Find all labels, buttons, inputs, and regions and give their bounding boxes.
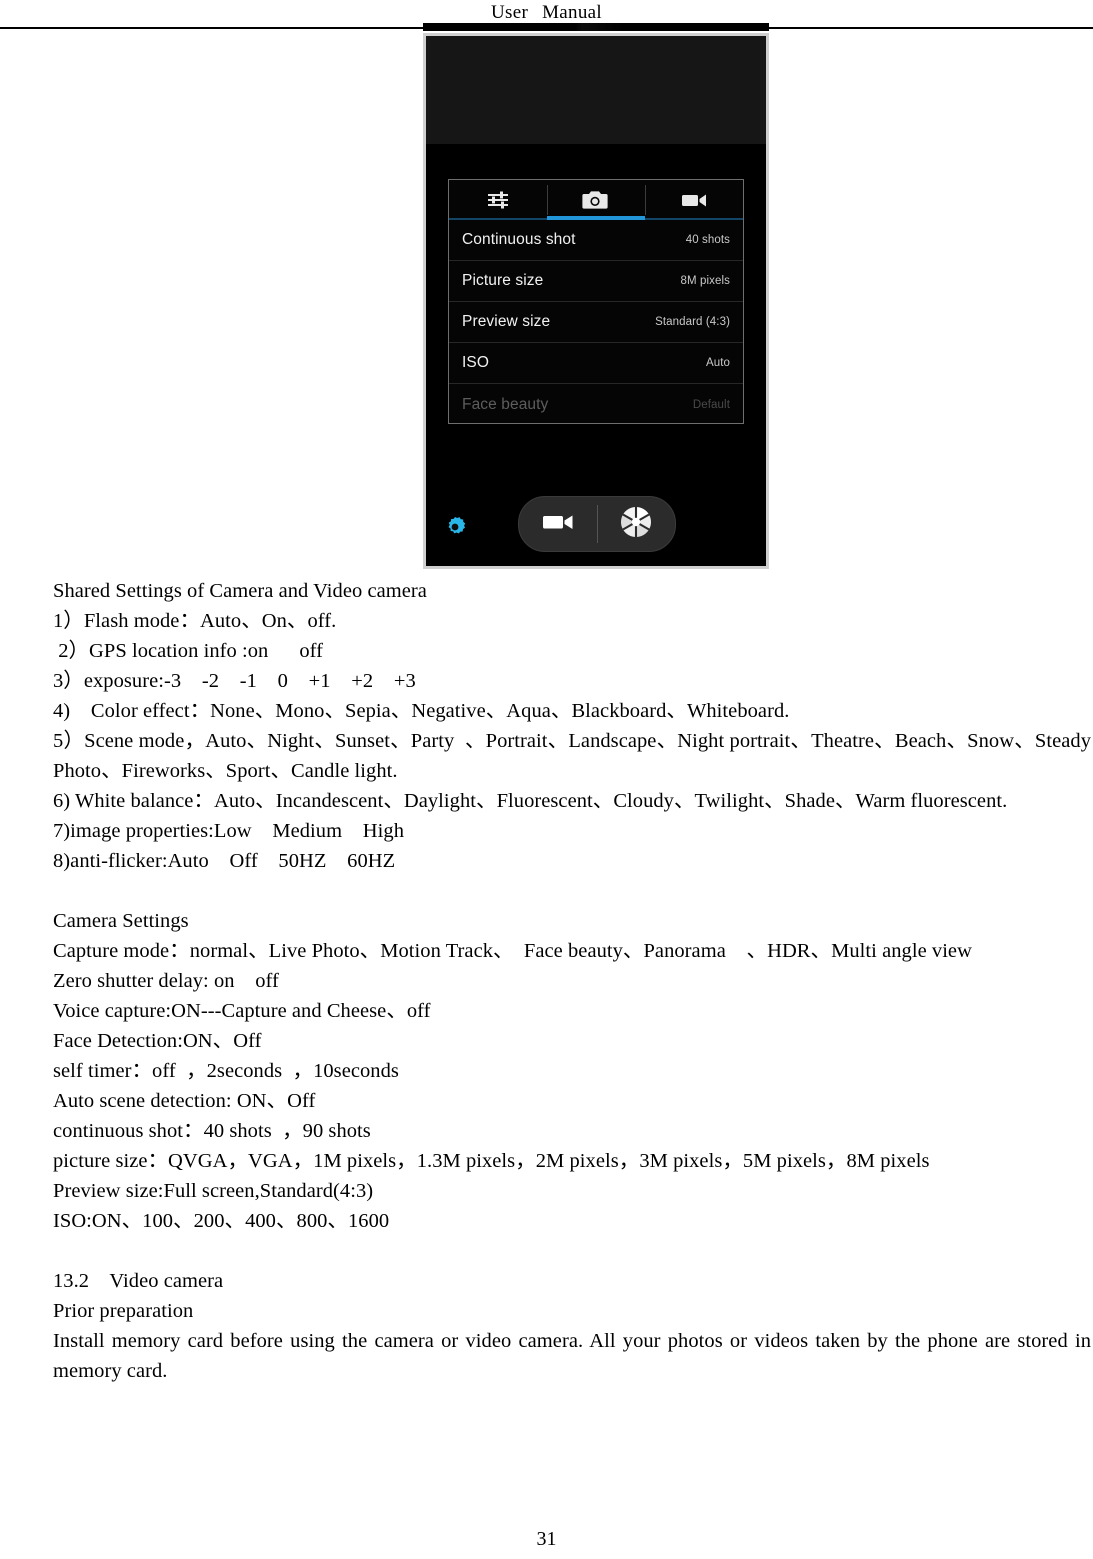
setting-value: Auto [705,357,730,369]
video-camera-heading: 13.2 Video camera [53,1270,224,1292]
video-camera-icon [680,190,708,210]
capture-button-group [518,496,676,552]
setting-value: 40 shots [685,234,730,246]
video-tab[interactable] [645,180,743,220]
setting-row-preview-size[interactable]: Preview size Standard (4:3) [449,302,743,343]
setting-row-picture-size[interactable]: Picture size 8M pixels [449,261,743,302]
setting-label: ISO [462,354,490,371]
camera-settings-heading: Camera Settings [53,910,189,932]
video-record-button[interactable] [519,497,597,551]
line-flash-mode: 1）Flash mode：Auto、On、off. [53,610,337,632]
general-settings-tab[interactable] [449,180,547,220]
shared-settings-heading: Shared Settings of Camera and Video came… [53,580,427,602]
line-gps-location: 2）GPS location info :on off [53,640,324,662]
setting-value: Default [692,398,730,411]
camera-settings-figure: Continuous shot 40 shots Picture size 8M… [423,23,769,569]
line-image-properties: 7)image properties:Low Medium High [53,820,404,842]
settings-gear-button[interactable] [442,514,468,540]
header-title-left: User [491,2,529,23]
camera-settings-panel: Continuous shot 40 shots Picture size 8M… [448,179,744,424]
line-scene-mode: 5）Scene mode，Auto、Night、Sunset、Party 、Po… [53,730,1091,782]
camera-control-bar [426,488,766,558]
line-preview-size: Preview size:Full screen,Standard(4:3) [53,1180,374,1202]
page-number: 31 [536,1528,557,1550]
setting-value: 8M pixels [680,275,730,287]
setting-value: Standard (4:3) [655,316,730,328]
shutter-aperture-icon [618,504,654,545]
line-zero-shutter-delay: Zero shutter delay: on off [53,970,279,992]
setting-row-continuous-shot[interactable]: Continuous shot 40 shots [449,220,743,261]
phone-status-bar [423,23,769,31]
active-tab-underline [546,216,645,220]
line-continuous-shot: continuous shot：40 shots ，90 shots [53,1120,371,1142]
sliders-icon [485,189,511,211]
phone-screenshot: Continuous shot 40 shots Picture size 8M… [423,33,769,569]
line-face-detection: Face Detection:ON、Off [53,1030,262,1052]
line-exposure: 3）exposure:-3 -2 -1 0 +1 +2 +3 [53,670,416,692]
setting-label: Picture size [462,272,544,289]
camera-icon [582,189,610,211]
prior-preparation-heading: Prior preparation [53,1300,194,1322]
line-color-effect: 4) Color effect：None、Mono、Sepia、Negative… [53,700,790,722]
setting-row-iso[interactable]: ISO Auto [449,343,743,384]
setting-label: Preview size [462,313,551,330]
header-title-right: Manual [542,2,602,23]
line-picture-size: picture size：QVGA，VGA，1M pixels，1.3M pix… [53,1150,930,1172]
line-voice-capture: Voice capture:ON---Capture and Cheese、of… [53,1000,431,1022]
settings-tab-row [449,180,743,220]
line-anti-flicker: 8)anti-flicker:Auto Off 50HZ 60HZ [53,850,396,872]
page-body: Shared Settings of Camera and Video came… [0,576,1093,1386]
setting-label: Face beauty [462,395,549,413]
setting-row-face-beauty[interactable]: Face beauty Default [449,384,743,425]
install-memory-card-paragraph: Install memory card before using the cam… [53,1330,1091,1382]
line-iso: ISO:ON、100、200、400、800、1600 [53,1210,390,1232]
line-capture-mode: Capture mode：normal、Live Photo、Motion Tr… [53,940,972,962]
line-white-balance: 6) White balance：Auto、Incandescent、Dayli… [53,790,1008,812]
camera-tab[interactable] [547,180,645,220]
setting-label: Continuous shot [462,231,576,248]
line-self-timer: self timer：off ，2seconds ，10seconds [53,1060,399,1082]
viewfinder-upper-area [426,36,766,144]
settings-gear-icon [442,516,468,544]
shutter-aperture-button[interactable] [598,497,676,551]
video-camera-icon [541,511,575,538]
line-auto-scene-detection: Auto scene detection: ON、Off [53,1090,316,1112]
